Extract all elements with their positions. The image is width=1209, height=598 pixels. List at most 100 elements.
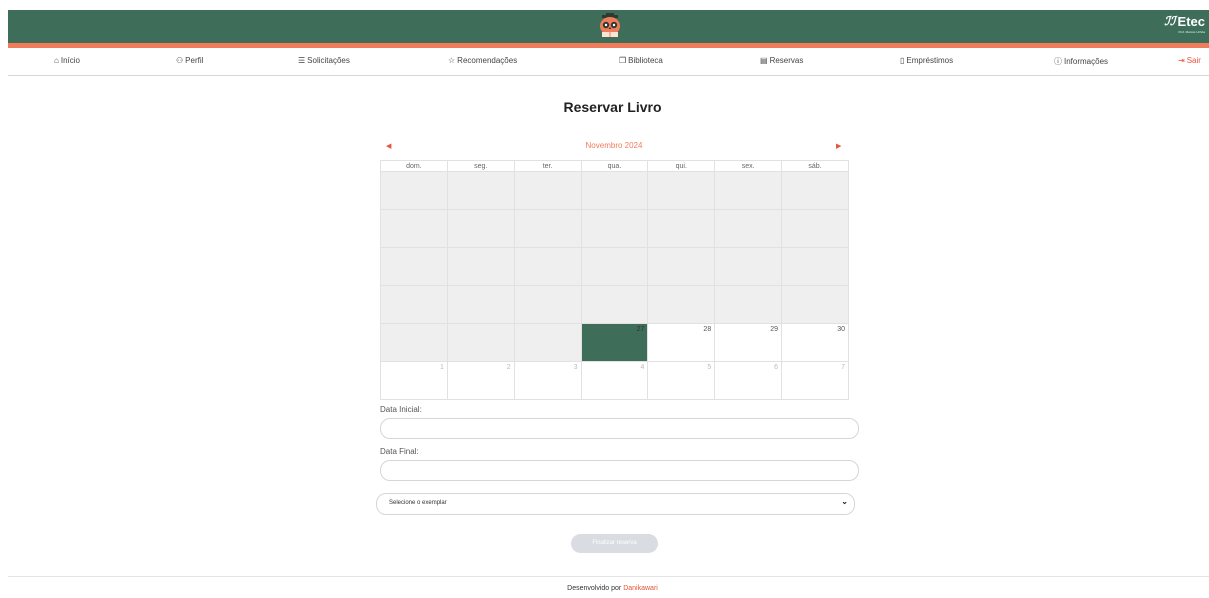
owl-logo-icon[interactable] xyxy=(597,13,623,39)
weekday-label: qui. xyxy=(647,160,716,172)
calendar-day xyxy=(647,247,716,286)
calendar-day xyxy=(513,285,582,324)
calendar-day xyxy=(380,247,448,286)
start-date-field[interactable] xyxy=(380,418,859,439)
calendar-day xyxy=(714,285,783,324)
calendar-day-next-month[interactable]: 3 xyxy=(513,361,582,400)
calendar-day xyxy=(714,171,783,210)
nav-item-recomendacoes[interactable]: ☆ Recomendações xyxy=(448,56,517,65)
home-icon: ⌂ xyxy=(54,56,59,65)
start-date-label: Data Inicial: xyxy=(380,405,422,414)
calendar-day xyxy=(647,285,716,324)
calendar-day xyxy=(781,247,849,286)
etec-subtitle: Prof. Marcos Uchôa xyxy=(1178,30,1205,34)
footer-text: Desenvolvido por xyxy=(567,585,622,592)
calendar-day xyxy=(380,209,448,248)
footer-divider xyxy=(8,576,1209,577)
etec-logo: ℐℐ Etec Prof. Marcos Uchôa xyxy=(1164,14,1205,34)
calendar-day xyxy=(781,209,849,248)
nav-item-informacoes[interactable]: ⓘ Informações xyxy=(1054,56,1108,67)
calendar-day xyxy=(580,285,649,324)
finish-reservation-button[interactable]: Finalizar reserva xyxy=(571,534,658,553)
calendar-day-next-month[interactable]: 1 xyxy=(380,361,448,400)
calendar-day-next-month[interactable]: 5 xyxy=(647,361,716,400)
calendar-day-today[interactable]: 27 xyxy=(580,323,649,362)
calendar-week-row xyxy=(380,171,849,210)
calendar-weekday-row: dom. seg. ter. qua. qui. sex. sáb. xyxy=(380,160,849,172)
nav-item-reservas[interactable]: ▤ Reservas xyxy=(760,56,803,65)
calendar-day xyxy=(446,247,515,286)
calendar-day xyxy=(513,209,582,248)
calendar-day xyxy=(714,247,783,286)
calendar-day xyxy=(580,171,649,210)
calendar-day-next-month[interactable]: 4 xyxy=(580,361,649,400)
calendar-day xyxy=(580,247,649,286)
calendar-day xyxy=(513,323,582,362)
footer-author-link[interactable]: Danikawari xyxy=(623,585,658,592)
calendar-day xyxy=(380,171,448,210)
etec-mark-icon: ℐℐ xyxy=(1164,14,1176,28)
nav-item-label: Solicitações xyxy=(307,56,350,65)
nav-item-label: Reservas xyxy=(769,56,804,65)
calendar-day[interactable]: 28 xyxy=(647,323,716,362)
nav-item-label: Recomendações xyxy=(457,56,518,65)
calendar-week-row xyxy=(380,285,849,324)
weekday-label: ter. xyxy=(513,160,582,172)
calendar-day xyxy=(781,171,849,210)
calendar-week-row: 27 28 29 30 xyxy=(380,323,849,362)
nav-item-label: Biblioteca xyxy=(628,56,663,65)
calendar-icon: ▤ xyxy=(760,56,768,65)
info-icon: ⓘ xyxy=(1054,57,1062,66)
user-icon: ⚇ xyxy=(176,56,184,65)
etec-brand: Etec xyxy=(1177,14,1205,29)
calendar-day xyxy=(380,323,448,362)
weekday-label: dom. xyxy=(380,160,448,172)
calendar-week-row xyxy=(380,209,849,248)
calendar-day-next-month[interactable]: 7 xyxy=(781,361,849,400)
calendar-week-row: 1 2 3 4 5 6 7 xyxy=(380,361,849,400)
weekday-label: qua. xyxy=(580,160,649,172)
logout-icon: ⇥ xyxy=(1178,56,1185,65)
footer-credit: Desenvolvido por Danikawari xyxy=(0,585,1209,592)
nav-item-solicitacoes[interactable]: ☰ Solicitações xyxy=(298,56,350,65)
copy-select[interactable]: Selecione o exemplar ⌄ xyxy=(376,493,855,515)
calendar-day xyxy=(380,285,448,324)
weekday-label: sáb. xyxy=(781,160,849,172)
calendar-day xyxy=(446,323,515,362)
calendar-week-row xyxy=(380,247,849,286)
calendar-day xyxy=(446,209,515,248)
page-title: Reservar Livro xyxy=(563,99,662,115)
nav-item-biblioteca[interactable]: ❒ Biblioteca xyxy=(619,56,663,65)
chevron-down-icon: ⌄ xyxy=(841,497,848,506)
calendar-day xyxy=(647,171,716,210)
calendar-day-next-month[interactable]: 2 xyxy=(446,361,515,400)
calendar-day[interactable]: 30 xyxy=(781,323,849,362)
calendar-day xyxy=(513,247,582,286)
nav-item-perfil[interactable]: ⚇ Perfil xyxy=(176,56,203,65)
nav-item-emprestimos[interactable]: ▯ Empréstimos xyxy=(900,56,953,65)
end-date-field[interactable] xyxy=(380,460,859,481)
nav-item-label: Sair xyxy=(1186,56,1201,65)
calendar-day xyxy=(714,209,783,248)
calendar-day-next-month[interactable]: 6 xyxy=(714,361,783,400)
calendar-day[interactable]: 29 xyxy=(714,323,783,362)
nav-item-inicio[interactable]: ⌂ Início xyxy=(54,56,80,65)
list-icon: ☰ xyxy=(298,56,306,65)
calendar-day xyxy=(446,285,515,324)
nav-item-label: Perfil xyxy=(185,56,204,65)
nav-item-sair[interactable]: ⇥ Sair xyxy=(1178,56,1201,65)
copy-select-value: Selecione o exemplar xyxy=(389,500,447,506)
book-icon: ❒ xyxy=(619,56,627,65)
weekday-label: seg. xyxy=(446,160,515,172)
calendar-day xyxy=(781,285,849,324)
calendar-day xyxy=(647,209,716,248)
calendar-grid: dom. seg. ter. qua. qui. sex. sáb. 27 28… xyxy=(380,160,849,400)
calendar-day xyxy=(513,171,582,210)
nav-item-label: Empréstimos xyxy=(906,56,954,65)
bookmark-icon: ▯ xyxy=(900,56,905,65)
star-icon: ☆ xyxy=(448,56,456,65)
next-month-icon[interactable]: ▶ xyxy=(836,142,841,150)
weekday-label: sex. xyxy=(714,160,783,172)
nav-item-label: Informações xyxy=(1064,57,1109,66)
nav-item-label: Início xyxy=(60,56,80,65)
